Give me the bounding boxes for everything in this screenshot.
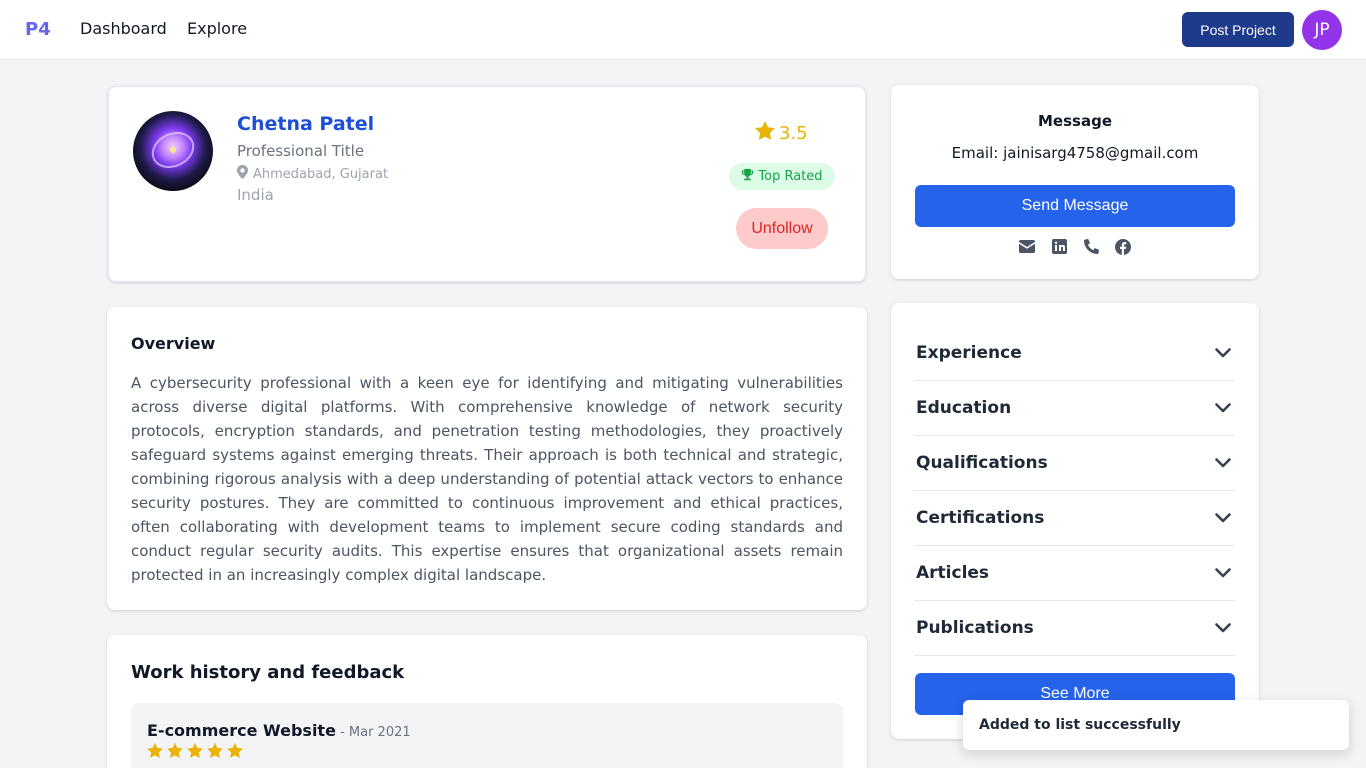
- message-title: Message: [1038, 112, 1112, 130]
- profile-title: Professional Title: [237, 142, 365, 160]
- message-card: Message Email: jainisarg4758@gmail.com S…: [891, 85, 1259, 279]
- accordion-label: Experience: [916, 343, 1022, 363]
- unfollow-button[interactable]: Unfollow: [736, 208, 828, 249]
- accordion-experience[interactable]: Experience: [914, 326, 1235, 381]
- chevron-down-icon[interactable]: [1213, 618, 1233, 638]
- top-nav: P4 Dashboard Explore Post Project JP: [0, 0, 1366, 60]
- logo[interactable]: P4: [25, 19, 51, 40]
- profile-location: Ahmedabad, Gujarat: [237, 165, 388, 183]
- accordion-label: Articles: [916, 563, 990, 583]
- accordion-education[interactable]: Education: [914, 381, 1235, 436]
- trophy-icon: [741, 168, 754, 185]
- profile-card: Chetna Patel Professional Title Ahmedaba…: [108, 86, 866, 282]
- chevron-down-icon[interactable]: [1213, 398, 1233, 418]
- work-item-date: - Mar 2021: [335, 725, 411, 740]
- accordion-label: Certifications: [916, 508, 1045, 528]
- work-history-title: Work history and feedback: [131, 662, 405, 683]
- accordion-label: Qualifications: [916, 453, 1048, 473]
- profile-rating: 3.5: [755, 121, 808, 145]
- work-history-card: Work history and feedback E-commerce Web…: [107, 635, 867, 768]
- sections-card: Experience Education Qualifications Cert…: [891, 303, 1259, 739]
- work-item-header: E-commerce Website - Mar 2021: [147, 721, 411, 740]
- message-email: Email: jainisarg4758@gmail.com: [951, 144, 1199, 162]
- star-icon: [207, 743, 223, 762]
- overview-title: Overview: [131, 334, 216, 353]
- accordion-certifications[interactable]: Certifications: [914, 491, 1235, 546]
- accordion-publications[interactable]: Publications: [914, 601, 1235, 656]
- star-icon: [167, 743, 183, 762]
- facebook-icon[interactable]: [1115, 238, 1132, 255]
- chevron-down-icon[interactable]: [1213, 343, 1233, 363]
- toast-notification[interactable]: Added to list successfully: [963, 700, 1349, 750]
- profile-country: India: [237, 186, 274, 204]
- star-icon: [755, 121, 775, 145]
- social-links: [891, 238, 1259, 255]
- accordion-qualifications[interactable]: Qualifications: [914, 436, 1235, 491]
- profile-avatar: [133, 111, 213, 191]
- star-icon: [227, 743, 243, 762]
- profile-location-text: Ahmedabad, Gujarat: [253, 166, 389, 182]
- work-item-stars: [147, 743, 243, 762]
- linkedin-icon[interactable]: [1051, 238, 1068, 255]
- send-message-button[interactable]: Send Message: [915, 185, 1235, 227]
- nav-dashboard-link[interactable]: Dashboard: [80, 19, 167, 38]
- chevron-down-icon[interactable]: [1213, 508, 1233, 528]
- accordion-label: Education: [916, 398, 1012, 418]
- accordion-label: Publications: [916, 618, 1034, 638]
- work-history-item: E-commerce Website - Mar 2021: [131, 703, 843, 768]
- accordion-articles[interactable]: Articles: [914, 546, 1235, 601]
- rating-value: 3.5: [779, 122, 808, 144]
- work-item-title: E-commerce Website: [147, 721, 336, 740]
- toast-message: Added to list successfully: [979, 717, 1181, 733]
- envelope-icon[interactable]: [1019, 238, 1036, 255]
- phone-icon[interactable]: [1083, 238, 1100, 255]
- chevron-down-icon[interactable]: [1213, 453, 1233, 473]
- profile-name: Chetna Patel: [237, 113, 375, 135]
- top-rated-label: Top Rated: [758, 169, 823, 184]
- star-icon: [147, 743, 163, 762]
- nav-explore-link[interactable]: Explore: [187, 19, 247, 38]
- user-avatar[interactable]: JP: [1302, 10, 1342, 50]
- post-project-button[interactable]: Post Project: [1182, 12, 1294, 47]
- top-rated-badge: Top Rated: [729, 163, 835, 190]
- star-icon: [187, 743, 203, 762]
- overview-text: A cybersecurity professional with a keen…: [131, 374, 843, 584]
- overview-card: Overview A cybersecurity professional wi…: [107, 307, 867, 610]
- map-pin-icon: [237, 165, 248, 183]
- chevron-down-icon[interactable]: [1213, 563, 1233, 583]
